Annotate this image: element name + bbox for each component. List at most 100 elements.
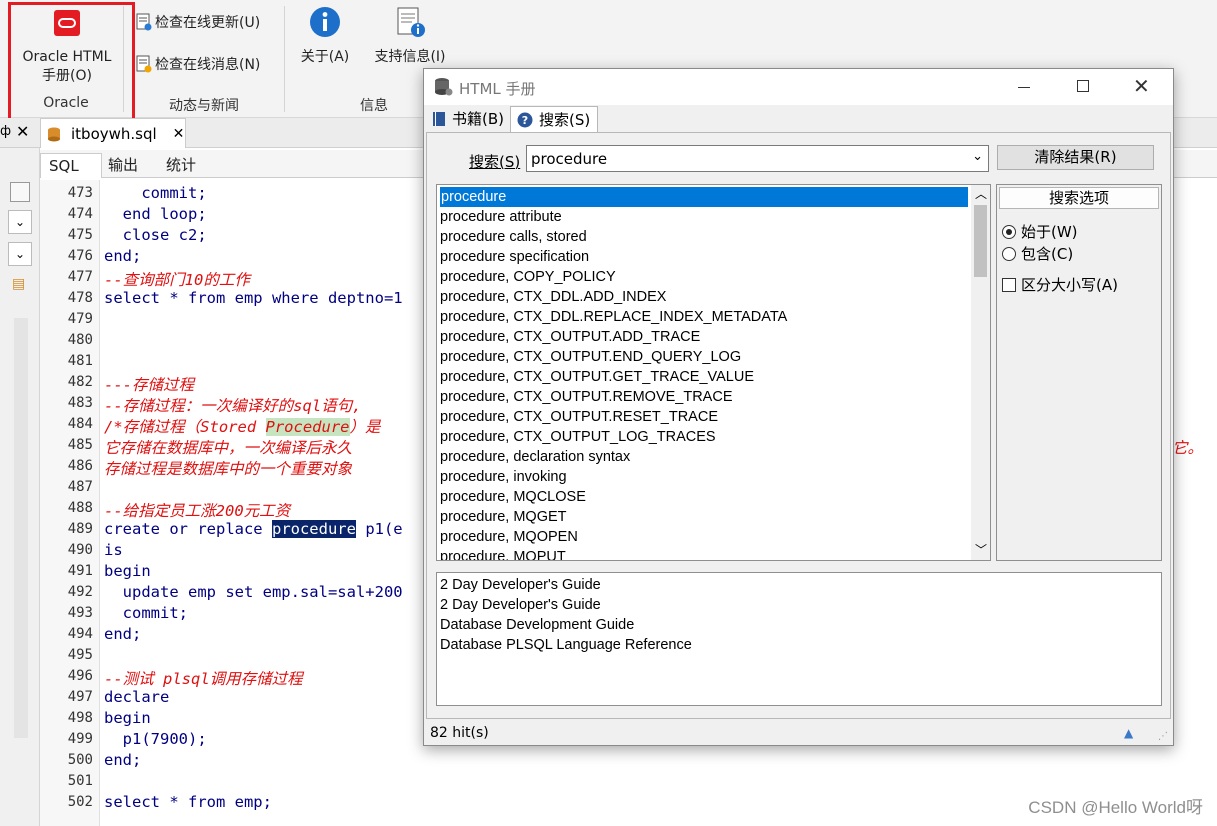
sql-file-icon xyxy=(48,127,60,141)
group-label-news: 动态与新闻 xyxy=(169,98,239,114)
scrollbar-thumb[interactable] xyxy=(974,205,987,277)
scrollbar-track[interactable] xyxy=(14,318,28,738)
list-item[interactable]: procedure calls, stored xyxy=(440,227,587,247)
comment-part: /*存储过程（Stored xyxy=(104,418,266,436)
code-comment: --测试 plsql调用存储过程 xyxy=(104,670,303,688)
line-number: 484 xyxy=(67,416,93,432)
search-match-highlight: Procedure xyxy=(265,418,350,436)
toolbar-box[interactable] xyxy=(10,182,30,202)
list-item[interactable]: procedure, CTX_DDL.REPLACE_INDEX_METADAT… xyxy=(440,307,787,327)
line-number: 477 xyxy=(67,269,93,285)
resize-grip-icon[interactable]: ⋰ xyxy=(1158,725,1168,749)
line-number: 475 xyxy=(67,227,93,243)
list-item[interactable]: procedure, CTX_OUTPUT.ADD_TRACE xyxy=(440,327,700,347)
search-input[interactable]: procedure ⌄ xyxy=(526,145,989,172)
code-comment: 存储过程是数据库中的一个重要对象 xyxy=(104,460,353,478)
database-icon xyxy=(435,78,453,96)
list-item[interactable]: procedure, CTX_OUTPUT.END_QUERY_LOG xyxy=(440,347,741,367)
checkbox[interactable] xyxy=(1002,277,1016,292)
file-tab[interactable]: itboywh.sql ✕ xyxy=(40,118,186,148)
chevron-down-icon[interactable]: ⌄ xyxy=(8,242,32,266)
minimize-icon[interactable] xyxy=(1018,87,1030,88)
app-root: Oracle HTML 手册(O) Oracle 检查在线更新(U) 检查在线消… xyxy=(0,0,1217,826)
radio-checked[interactable] xyxy=(1002,224,1016,239)
code-part: create or replace xyxy=(104,520,272,538)
left-toolbar: ⌄ ⌄ ▤ xyxy=(0,148,40,826)
list-item[interactable]: procedure, CTX_OUTPUT_LOG_TRACES xyxy=(440,427,716,447)
results-scrollbar[interactable]: ︿ ﹀ xyxy=(971,185,990,560)
line-number: 480 xyxy=(67,332,93,348)
close-tab-icon[interactable]: ✕ xyxy=(173,126,185,142)
list-item[interactable]: procedure xyxy=(440,187,968,207)
check-online-news-button[interactable]: 检查在线消息(N) xyxy=(136,54,260,74)
tab-sql[interactable]: SQL xyxy=(40,153,102,178)
hit-count: 82 hit(s) xyxy=(430,725,489,741)
check-updates-label: 检查在线更新(U) xyxy=(155,15,261,31)
list-item[interactable]: procedure, CTX_OUTPUT.GET_TRACE_VALUE xyxy=(440,367,754,387)
tab-books[interactable]: 书籍(B) xyxy=(426,106,508,132)
list-item[interactable]: procedure specification xyxy=(440,247,589,267)
list-item[interactable]: 2 Day Developer's Guide xyxy=(440,575,601,595)
tab-stats[interactable]: 统计 xyxy=(158,153,204,178)
search-label: 搜索(S) xyxy=(469,153,521,171)
list-item[interactable]: procedure, CTX_DDL.ADD_INDEX xyxy=(440,287,666,307)
option-case-sensitive[interactable]: 区分大小写(A) xyxy=(1002,274,1118,295)
about-label: 关于(A) xyxy=(300,49,350,65)
list-item[interactable]: procedure, MQPUT xyxy=(440,547,566,560)
code-comment: /*存储过程（Stored Procedure）是 xyxy=(104,415,381,437)
line-number: 482 xyxy=(67,374,93,390)
news-document-icon xyxy=(136,55,152,73)
clear-results-button[interactable]: 清除结果(R) xyxy=(997,145,1154,170)
dialog-titlebar[interactable]: HTML 手册 ✕ xyxy=(424,69,1173,105)
chevron-down-icon[interactable]: ⌄ xyxy=(972,149,983,164)
line-number: 496 xyxy=(67,668,93,684)
list-item[interactable]: procedure attribute xyxy=(440,207,562,227)
option-contains[interactable]: 包含(C) xyxy=(1002,243,1073,264)
chevron-up-icon[interactable]: ︿ xyxy=(975,185,987,202)
collapse-up-icon[interactable]: ▲ xyxy=(1124,721,1133,745)
chevron-down-icon[interactable]: ⌄ xyxy=(8,210,32,234)
close-panel-icon[interactable]: ✕ xyxy=(16,122,29,141)
book-icon xyxy=(433,112,445,126)
list-item[interactable]: 2 Day Developer's Guide xyxy=(440,595,601,615)
search-results-list[interactable]: procedure procedure attribute procedure … xyxy=(436,184,991,561)
line-number: 501 xyxy=(67,773,93,789)
list-item[interactable]: procedure, invoking xyxy=(440,467,567,487)
dialog-title: HTML 手册 xyxy=(459,80,536,98)
file-tab-label: itboywh.sql xyxy=(71,124,157,143)
list-item[interactable]: procedure, MQGET xyxy=(440,507,567,527)
list-item[interactable]: procedure, MQOPEN xyxy=(440,527,578,547)
code-line: declare xyxy=(104,688,170,706)
new-document-icon[interactable]: ▤ xyxy=(12,276,25,292)
list-item[interactable]: Database Development Guide xyxy=(440,615,634,635)
line-number: 494 xyxy=(67,626,93,642)
line-number: 500 xyxy=(67,752,93,768)
list-item[interactable]: procedure, CTX_OUTPUT.RESET_TRACE xyxy=(440,407,718,427)
close-icon[interactable]: ✕ xyxy=(1133,74,1150,98)
list-item[interactable]: procedure, COPY_POLICY xyxy=(440,267,616,287)
option-starts-with[interactable]: 始于(W) xyxy=(1002,221,1078,242)
chevron-down-icon[interactable]: ﹀ xyxy=(975,541,987,558)
tab-search[interactable]: ? 搜索(S) xyxy=(510,106,598,132)
books-list[interactable]: 2 Day Developer's Guide 2 Day Developer'… xyxy=(436,572,1162,706)
about-button[interactable]: 关于(A) xyxy=(294,6,356,76)
search-options-panel: 搜索选项 始于(W) 包含(C) 区分大小写(A) xyxy=(996,184,1162,561)
status-bar: 82 hit(s) ▲ ⋰ xyxy=(424,721,1173,745)
code-comment: 它存储在数据库中，一次编译后永久 xyxy=(104,439,353,457)
search-panel: 搜索(S) procedure ⌄ 清除结果(R) procedure proc… xyxy=(426,132,1171,719)
list-item[interactable]: Database PLSQL Language Reference xyxy=(440,635,692,655)
code-comment-tail: 它。 xyxy=(1172,439,1204,457)
line-number: 481 xyxy=(67,353,93,369)
list-item[interactable]: procedure, MQCLOSE xyxy=(440,487,586,507)
line-number: 474 xyxy=(67,206,93,222)
support-info-button[interactable]: 支持信息(I) xyxy=(368,6,452,76)
radio-unchecked[interactable] xyxy=(1002,246,1016,261)
maximize-icon[interactable] xyxy=(1077,80,1089,92)
tab-output[interactable]: 输出 xyxy=(100,153,146,178)
list-item[interactable]: procedure, declaration syntax xyxy=(440,447,630,467)
check-online-updates-button[interactable]: 检查在线更新(U) xyxy=(136,12,260,32)
code-comment: --查询部门10的工作 xyxy=(104,271,250,289)
list-item[interactable]: procedure, CTX_OUTPUT.REMOVE_TRACE xyxy=(440,387,733,407)
code-line: end; xyxy=(104,247,142,265)
panel-pin-icon[interactable]: ф xyxy=(0,124,11,139)
